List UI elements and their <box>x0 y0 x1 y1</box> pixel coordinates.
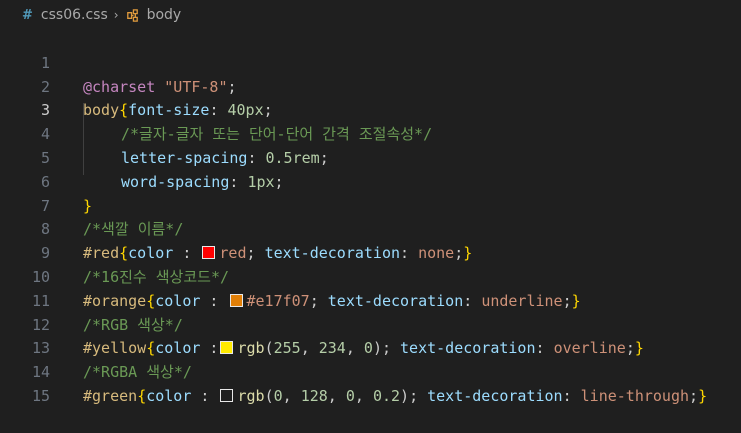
code-line[interactable]: 2 body{font-size: 40px; <box>0 52 741 120</box>
breadcrumb-file-name: css06.css <box>40 7 108 23</box>
function: rgb <box>237 386 265 405</box>
punctuation: ) <box>400 386 410 405</box>
number: 0 <box>345 386 355 405</box>
brace: { <box>137 386 147 405</box>
property: text-decoration <box>427 386 563 405</box>
punctuation: , <box>282 386 301 405</box>
line-content: #green{color : rgb(0, 128, 0, 0.2); text… <box>83 385 707 409</box>
code-line[interactable]: 6 } <box>0 147 741 215</box>
css-selector-symbol-icon <box>125 8 140 23</box>
breadcrumb-file[interactable]: # css06.css <box>22 7 108 23</box>
code-line[interactable]: 1 @charset "UTF-8"; <box>0 28 741 96</box>
code-line[interactable]: 7 /*색깔 이름*/ <box>0 171 741 239</box>
code-line[interactable]: 14 #green{color : rgb(0, 128, 0, 0.2); t… <box>0 337 741 405</box>
number: 0.2 <box>372 386 401 405</box>
code-line[interactable]: 5 word-spacing: 1px; <box>0 123 741 191</box>
punctuation: : <box>562 386 581 405</box>
chevron-right-icon: › <box>113 8 119 22</box>
code-editor[interactable]: 1 @charset "UTF-8"; 2 body{font-size: 40… <box>0 28 741 420</box>
punctuation: , <box>354 386 373 405</box>
number: 0 <box>273 386 283 405</box>
code-line[interactable]: 8 #red{color : red; text-decoration: non… <box>0 195 741 262</box>
code-line[interactable]: 9 /*16진수 색상코드*/ <box>0 218 741 286</box>
punctuation: : <box>191 386 219 405</box>
selector: #green <box>83 386 138 405</box>
punctuation: , <box>327 386 346 405</box>
number: 128 <box>300 386 328 405</box>
punctuation: ( <box>264 386 274 405</box>
breadcrumb-symbol-name: body <box>146 7 182 23</box>
code-line[interactable]: 12 #yellow{color : rgb(255, 234, 0); text… <box>0 290 741 358</box>
breadcrumb-symbol[interactable]: body <box>125 7 182 23</box>
punctuation: ; <box>409 386 428 405</box>
code-line[interactable]: 13 /*RGBA 색상*/ <box>0 314 741 381</box>
code-line[interactable]: 15 <box>0 361 741 405</box>
value: line-through <box>580 386 690 405</box>
css-file-icon: # <box>22 7 33 23</box>
color-swatch-green[interactable] <box>220 388 234 402</box>
property: color <box>146 386 192 405</box>
breadcrumb: # css06.css › body <box>0 0 741 30</box>
code-line[interactable]: 3 /*글자-글자 또는 단어-단어 간격 조절속성*/ <box>0 76 741 143</box>
code-line[interactable]: 11 /*RGB 색상*/ <box>0 266 741 334</box>
code-line[interactable]: 10 #orange{color : #e17f07; text-decorat… <box>0 242 741 310</box>
punctuation: ; <box>689 386 699 405</box>
brace: } <box>698 386 708 405</box>
line-number: 15 <box>31 386 50 405</box>
code-line[interactable]: 4 letter-spacing: 0.5rem; <box>0 99 741 167</box>
